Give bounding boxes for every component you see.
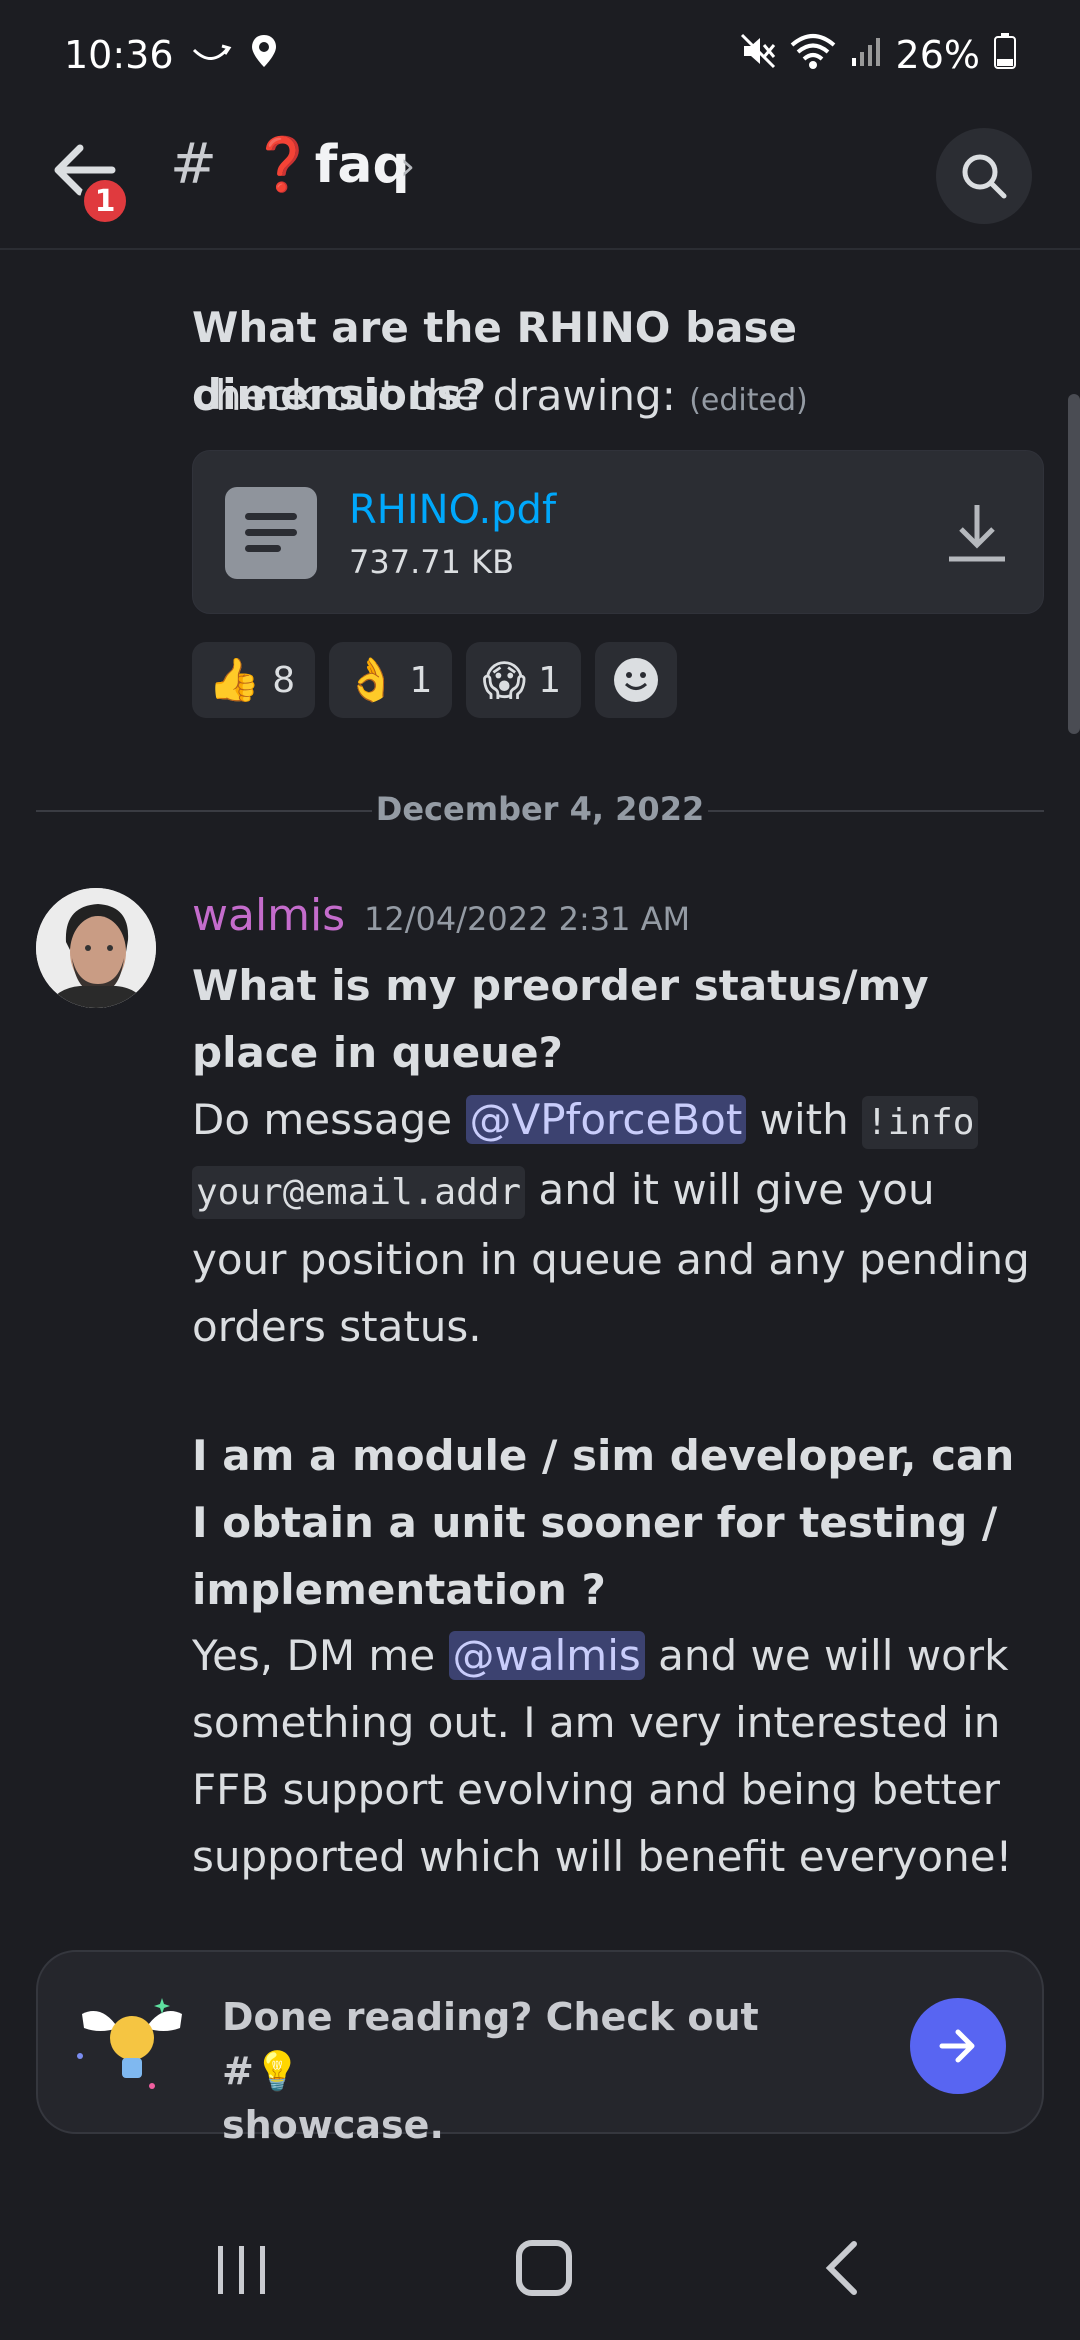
username[interactable]: walmis xyxy=(192,890,345,941)
add-reaction-icon xyxy=(614,658,659,702)
download-icon xyxy=(949,505,1005,562)
reaction-scream[interactable]: 😱 1 xyxy=(466,642,582,718)
home-button[interactable] xyxy=(516,2240,572,2296)
date-divider: December 4, 2022 xyxy=(36,790,1044,830)
document-icon xyxy=(225,487,317,579)
system-back-button[interactable] xyxy=(820,2238,864,2302)
location-icon xyxy=(250,33,278,78)
thumbs-up-icon: 👍 xyxy=(208,655,261,704)
system-nav-bar xyxy=(0,2200,1080,2340)
chevron-right-icon[interactable]: › xyxy=(400,144,415,188)
done-reading-text: Done reading? Check out #💡 showcase. xyxy=(222,1995,759,2147)
faq-answer-developer: Yes, DM me @walmis and we will work some… xyxy=(192,1631,1013,1881)
lightbulb-emoji: 💡 xyxy=(253,2049,302,2093)
message-body-text: check out the drawing: xyxy=(192,371,676,420)
mute-icon xyxy=(740,33,776,78)
reaction-count: 1 xyxy=(538,659,562,701)
search-button[interactable] xyxy=(936,128,1032,224)
faq-question-developer: I am a module / sim developer, can I obt… xyxy=(192,1431,1015,1614)
edited-label: (edited) xyxy=(689,383,808,418)
add-reaction-button[interactable] xyxy=(595,642,678,718)
signal-icon xyxy=(850,33,882,77)
avatar[interactable] xyxy=(36,888,156,1008)
channel-hash-icon: # xyxy=(170,132,217,197)
status-left: 10:36 xyxy=(64,33,278,78)
file-attachment[interactable]: RHINO.pdf 737.71 KB xyxy=(192,450,1044,614)
winged-lightbulb-icon xyxy=(72,1984,192,2104)
done-reading-card[interactable]: Done reading? Check out #💡 showcase. xyxy=(36,1950,1044,2147)
arrow-right-icon xyxy=(939,2029,975,2063)
inline-code-info: !info xyxy=(862,1096,979,1149)
reaction-count: 8 xyxy=(272,659,296,701)
wifi-icon xyxy=(790,33,836,78)
status-right: 26% xyxy=(740,32,1016,78)
mention-walmis[interactable]: @walmis xyxy=(448,1631,645,1680)
channel-header: 1 # ❓ faq › xyxy=(0,110,1080,250)
channel-name-label: faq xyxy=(314,134,410,195)
message-timestamp: 12/04/2022 2:31 AM xyxy=(364,900,691,938)
question-emoji: ❓ xyxy=(250,135,315,195)
battery-percent: 26% xyxy=(895,33,980,77)
file-name-link[interactable]: RHINO.pdf xyxy=(349,487,556,533)
faq-question-preorder: What is my preorder status/my place in q… xyxy=(192,961,929,1077)
recents-button[interactable] xyxy=(212,2242,272,2302)
mention-vpforcebot[interactable]: @VPforceBot xyxy=(465,1095,747,1144)
file-size: 737.71 KB xyxy=(349,543,515,581)
message-body: check out the drawing: (edited) xyxy=(192,362,1042,434)
download-button[interactable] xyxy=(945,501,1009,565)
status-bar: 10:36 26% xyxy=(0,0,1080,110)
channel-title[interactable]: ❓ faq xyxy=(250,134,410,196)
divider-date: December 4, 2022 xyxy=(375,790,705,828)
scream-icon: 😱 xyxy=(482,655,527,705)
ok-hand-icon: 👌 xyxy=(345,655,398,704)
reactions-bar: 👍 8 👌 1 😱 1 xyxy=(192,642,678,718)
status-time: 10:36 xyxy=(64,33,174,77)
reaction-count: 1 xyxy=(409,659,433,701)
faq-answer-preorder: Do message @VPforceBot with !info your@e… xyxy=(192,1095,1030,1351)
search-icon xyxy=(962,154,1007,199)
reaction-thumbs-up[interactable]: 👍 8 xyxy=(192,642,316,718)
inline-code-email: your@email.addr xyxy=(192,1166,526,1219)
go-to-channel-button[interactable] xyxy=(910,1998,1006,2094)
scrollbar[interactable] xyxy=(1068,394,1080,734)
chevron-left-icon xyxy=(825,2241,857,2295)
battery-icon xyxy=(994,32,1016,78)
call-forward-icon xyxy=(192,35,232,75)
unread-badge: 1 xyxy=(80,176,130,226)
reaction-ok-hand[interactable]: 👌 1 xyxy=(329,642,453,718)
recents-icon xyxy=(218,2246,265,2294)
